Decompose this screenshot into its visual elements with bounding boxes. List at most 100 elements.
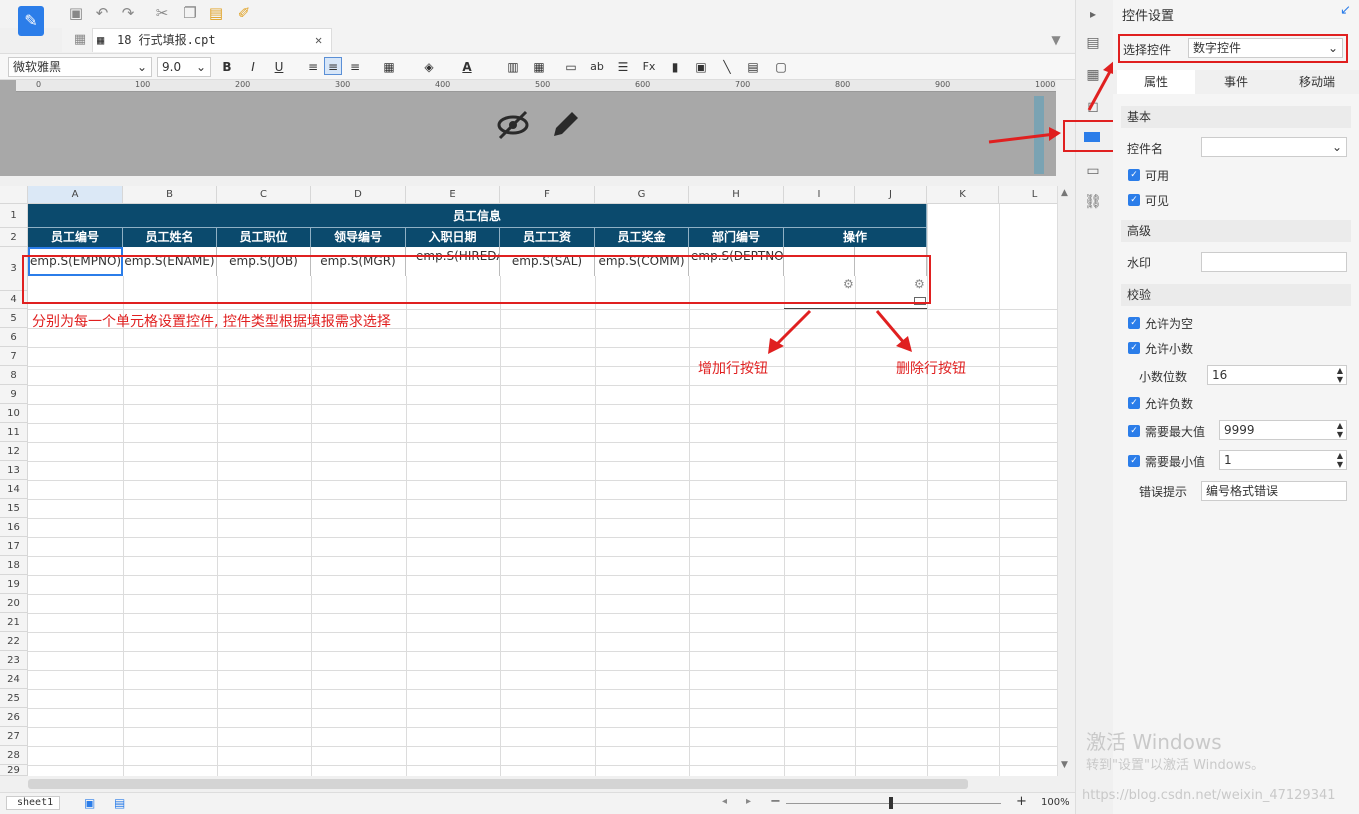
- header-cell[interactable]: 领导编号: [311, 228, 406, 247]
- vertical-scrollbar[interactable]: ▲ ▼: [1057, 186, 1073, 776]
- tab-file[interactable]: ▦ 18 行式填报.cpt ✕: [92, 28, 332, 52]
- italic-button[interactable]: I: [244, 58, 262, 76]
- column-header[interactable]: C: [217, 186, 311, 204]
- row-header[interactable]: 24: [0, 670, 28, 689]
- row-header[interactable]: 19: [0, 575, 28, 594]
- column-header[interactable]: K: [927, 186, 999, 204]
- row-header[interactable]: 14: [0, 480, 28, 499]
- tab-mobile[interactable]: 移动端: [1277, 70, 1357, 94]
- collapse-arrow-icon[interactable]: ▸: [1083, 4, 1103, 24]
- font-size-select[interactable]: 9.0 ⌄: [157, 57, 211, 77]
- border-icon[interactable]: ▦: [380, 58, 398, 76]
- form-icon[interactable]: ▭: [1083, 161, 1103, 181]
- tab-properties[interactable]: 属性: [1117, 70, 1195, 94]
- enabled-checkbox[interactable]: ✓: [1128, 169, 1140, 181]
- align-right-icon[interactable]: ≡: [346, 58, 364, 76]
- column-header[interactable]: L: [999, 186, 1057, 204]
- row-header[interactable]: 21: [0, 613, 28, 632]
- column-header[interactable]: A: [28, 186, 123, 204]
- format-brush-icon[interactable]: ✐: [234, 3, 254, 23]
- header-cell[interactable]: 员工工资: [500, 228, 595, 247]
- row-header[interactable]: 26: [0, 708, 28, 727]
- add-sheet-icon[interactable]: ▣: [84, 796, 95, 810]
- column-header[interactable]: F: [500, 186, 595, 204]
- prev-sheet-icon[interactable]: ◂: [722, 796, 727, 807]
- edit-pencil-icon[interactable]: [548, 108, 580, 145]
- column-header[interactable]: I: [784, 186, 855, 204]
- row-header[interactable]: 16: [0, 518, 28, 537]
- row-header[interactable]: 12: [0, 442, 28, 461]
- row-header[interactable]: 27: [0, 727, 28, 746]
- need-min-checkbox[interactable]: ✓: [1128, 455, 1140, 467]
- header-cell[interactable]: 员工奖金: [595, 228, 689, 247]
- row-header[interactable]: 23: [0, 651, 28, 670]
- image-icon[interactable]: ▣: [692, 58, 710, 76]
- sheet-tab[interactable]: sheet1: [6, 796, 60, 810]
- redo-icon[interactable]: ↷: [118, 3, 138, 23]
- align-center-icon[interactable]: ≡: [324, 57, 342, 75]
- next-sheet-icon[interactable]: ▸: [746, 796, 751, 807]
- row-header[interactable]: 10: [0, 404, 28, 423]
- need-max-checkbox[interactable]: ✓: [1128, 425, 1140, 437]
- text-cell-icon[interactable]: ▭: [562, 58, 580, 76]
- row-header[interactable]: 5: [0, 309, 28, 328]
- row-header[interactable]: 9: [0, 385, 28, 404]
- section-basic[interactable]: 基本: [1121, 106, 1351, 128]
- grid-view-icon[interactable]: ▦: [70, 30, 90, 50]
- bold-button[interactable]: B: [218, 58, 236, 76]
- frame-icon[interactable]: ▢: [772, 58, 790, 76]
- widget-name-field[interactable]: ⌄: [1201, 137, 1347, 157]
- align-left-icon[interactable]: ≡: [304, 58, 322, 76]
- allow-empty-checkbox[interactable]: ✓: [1128, 317, 1140, 329]
- column-header[interactable]: D: [311, 186, 406, 204]
- scroll-up-icon[interactable]: ▲: [1061, 188, 1068, 198]
- column-header[interactable]: B: [123, 186, 217, 204]
- row-header[interactable]: 1: [0, 204, 28, 228]
- header-cell[interactable]: 员工编号: [28, 228, 123, 247]
- error-message-field[interactable]: 编号格式错误: [1201, 481, 1347, 501]
- underline-button[interactable]: U: [270, 58, 288, 76]
- row-header[interactable]: 11: [0, 423, 28, 442]
- row-header[interactable]: 22: [0, 632, 28, 651]
- column-header[interactable]: E: [406, 186, 500, 204]
- subreport-icon[interactable]: ▤: [744, 58, 762, 76]
- chart-icon[interactable]: ▮: [666, 58, 684, 76]
- row-header[interactable]: 18: [0, 556, 28, 575]
- sheet-title-cell[interactable]: 员工信息: [28, 204, 927, 228]
- watermark-field[interactable]: [1201, 252, 1347, 272]
- stepper-arrows-icon[interactable]: ▲ ▼: [1337, 366, 1343, 384]
- merge-icon[interactable]: ▥: [504, 58, 522, 76]
- header-cell[interactable]: 操作: [784, 228, 927, 247]
- zoom-out-icon[interactable]: −: [770, 794, 781, 809]
- visible-checkbox[interactable]: ✓: [1128, 194, 1140, 206]
- column-header[interactable]: H: [689, 186, 784, 204]
- header-cell[interactable]: 部门编号: [689, 228, 784, 247]
- row-header[interactable]: 6: [0, 328, 28, 347]
- scroll-thumb[interactable]: [28, 779, 968, 789]
- column-header[interactable]: G: [595, 186, 689, 204]
- row-header[interactable]: 20: [0, 594, 28, 613]
- row-header[interactable]: 28: [0, 746, 28, 765]
- widget-type-select[interactable]: 数字控件 ⌄: [1188, 38, 1343, 58]
- scroll-down-icon[interactable]: ▼: [1061, 760, 1068, 770]
- max-value-stepper[interactable]: 9999 ▲ ▼: [1219, 420, 1347, 440]
- collapse-panel-icon[interactable]: ↙: [1340, 3, 1351, 18]
- section-advanced[interactable]: 高级: [1121, 220, 1351, 242]
- cut-icon[interactable]: ✂: [152, 3, 172, 23]
- app-logo-icon[interactable]: ✎: [18, 6, 44, 36]
- stepper-arrows-icon[interactable]: ▲ ▼: [1337, 421, 1343, 439]
- close-icon[interactable]: ✕: [315, 29, 322, 51]
- row-header[interactable]: 13: [0, 461, 28, 480]
- stepper-arrows-icon[interactable]: ▲ ▼: [1337, 451, 1343, 469]
- row-header[interactable]: 15: [0, 499, 28, 518]
- allow-decimal-checkbox[interactable]: ✓: [1128, 342, 1140, 354]
- zoom-in-icon[interactable]: +: [1016, 794, 1027, 809]
- undo-icon[interactable]: ↶: [92, 3, 112, 23]
- fill-color-icon[interactable]: ◈: [420, 58, 438, 76]
- header-cell[interactable]: 员工职位: [217, 228, 311, 247]
- row-header[interactable]: 7: [0, 347, 28, 366]
- panel-toggle-icon[interactable]: ▼: [1046, 30, 1066, 50]
- save-icon[interactable]: ▣: [66, 3, 86, 23]
- select-all-corner[interactable]: [0, 186, 28, 204]
- column-header[interactable]: J: [855, 186, 927, 204]
